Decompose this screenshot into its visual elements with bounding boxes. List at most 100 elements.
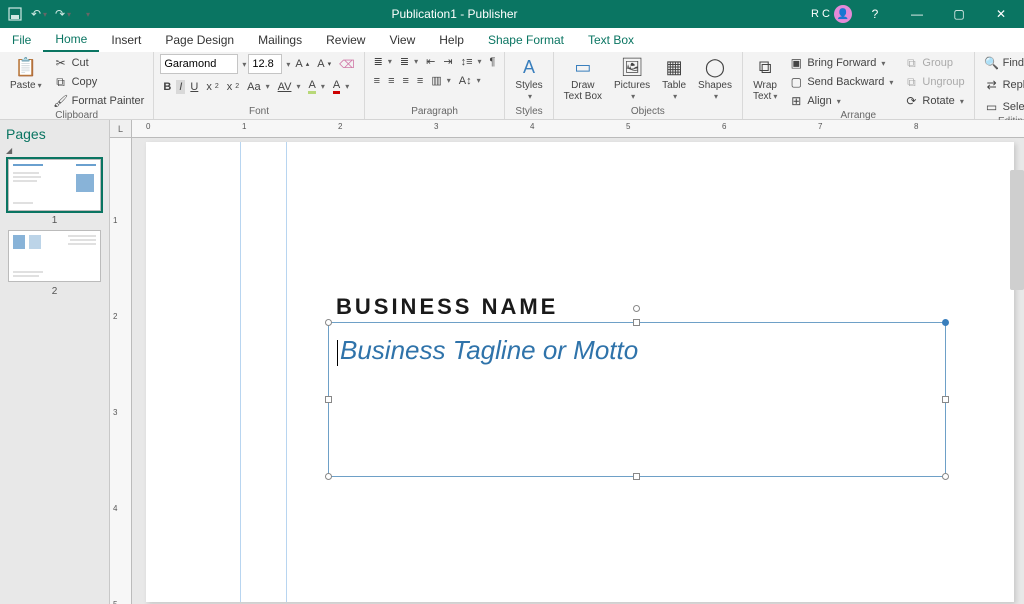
change-case-button[interactable]: Aa▾ xyxy=(244,80,272,94)
collapse-icon[interactable]: ◢ xyxy=(6,146,103,155)
pictures-button[interactable]: 🖼Pictures▾ xyxy=(610,54,654,104)
align-left-button[interactable]: ≡ xyxy=(371,74,383,88)
replace-button[interactable]: ⇄Replace xyxy=(981,76,1024,94)
tagline-text-box[interactable]: Business Tagline or Motto xyxy=(328,322,946,477)
resize-handle[interactable] xyxy=(325,473,332,480)
tab-page-design[interactable]: Page Design xyxy=(153,28,246,52)
clear-formatting-button[interactable]: ⌫ xyxy=(336,57,358,72)
shapes-button[interactable]: ◯Shapes▾ xyxy=(694,54,736,104)
tab-home[interactable]: Home xyxy=(43,28,99,52)
shrink-font-button[interactable]: A▾ xyxy=(314,57,334,71)
undo-icon[interactable]: ↶▾ xyxy=(28,3,50,25)
superscript-button[interactable]: x2 xyxy=(224,80,242,94)
tab-view[interactable]: View xyxy=(377,28,427,52)
brush-icon: 🖌 xyxy=(53,93,69,109)
tab-help[interactable]: Help xyxy=(427,28,476,52)
find-button[interactable]: 🔍Find▾ xyxy=(981,54,1024,72)
resize-handle[interactable] xyxy=(633,319,640,326)
font-name-combo[interactable] xyxy=(160,54,238,74)
bold-button[interactable]: B xyxy=(160,80,174,94)
text-box-icon: ▭ xyxy=(572,56,594,78)
account-button[interactable]: R C👤 xyxy=(811,5,852,23)
canvas[interactable]: L 0 1 2 3 4 5 6 7 8 1 2 3 4 5 BUSINESS N… xyxy=(110,120,1024,604)
draw-text-box-button[interactable]: ▭Draw Text Box xyxy=(560,54,606,104)
underline-button[interactable]: U xyxy=(187,80,201,94)
font-color-button[interactable]: A▾ xyxy=(330,78,352,95)
justify-button[interactable]: ≡ xyxy=(414,74,426,88)
send-backward-button[interactable]: ▢Send Backward▾ xyxy=(785,73,896,91)
wrap-text-button[interactable]: ⧉Wrap Text▾ xyxy=(749,54,781,104)
columns-button[interactable]: ▥▾ xyxy=(428,73,453,88)
select-button[interactable]: ▭Select▾ xyxy=(981,98,1024,116)
tab-file[interactable]: File xyxy=(0,28,43,52)
find-icon: 🔍 xyxy=(984,55,1000,71)
italic-button[interactable]: I xyxy=(176,80,185,94)
page[interactable]: BUSINESS NAME Business Tagline or Motto xyxy=(146,142,1014,602)
tagline-placeholder[interactable]: Business Tagline or Motto xyxy=(329,323,945,378)
resize-handle[interactable] xyxy=(633,473,640,480)
chevron-down-icon[interactable]: ▾ xyxy=(286,60,290,69)
char-spacing-button[interactable]: AV▾ xyxy=(275,80,304,94)
resize-handle[interactable] xyxy=(325,319,332,326)
align-button[interactable]: ⊞Align▾ xyxy=(785,92,896,110)
cut-button[interactable]: ✂Cut xyxy=(50,54,148,72)
tab-insert[interactable]: Insert xyxy=(99,28,153,52)
styles-button[interactable]: AStyles▾ xyxy=(511,54,546,104)
bring-forward-icon: ▣ xyxy=(788,55,804,71)
work-area: Pages ◢ 1 2 L 0 1 2 3 4 xyxy=(0,120,1024,604)
qat-customize-icon[interactable]: ▾ xyxy=(76,3,98,25)
page-thumbnail-2[interactable] xyxy=(8,230,101,282)
resize-handle[interactable] xyxy=(942,396,949,403)
resize-handle[interactable] xyxy=(325,396,332,403)
tab-text-box[interactable]: Text Box xyxy=(576,28,646,52)
font-size-combo[interactable] xyxy=(248,54,282,74)
bullets-button[interactable]: ≣▾ xyxy=(371,54,395,69)
tab-review[interactable]: Review xyxy=(314,28,377,52)
rotate-button[interactable]: ⟳Rotate▾ xyxy=(900,92,967,110)
align-right-button[interactable]: ≡ xyxy=(400,74,412,88)
highlight-button[interactable]: A▾ xyxy=(305,78,327,95)
numbering-button[interactable]: ≣▾ xyxy=(397,54,421,69)
subscript-button[interactable]: x2 xyxy=(203,80,221,94)
align-center-button[interactable]: ≡ xyxy=(385,74,397,88)
save-icon[interactable] xyxy=(4,3,26,25)
tab-shape-format[interactable]: Shape Format xyxy=(476,28,576,52)
group-font: ▾ ▾ A▴ A▾ ⌫ B I U x2 x2 Aa▾ AV▾ A▾ A▾ Fo… xyxy=(154,52,364,119)
ribbon: 📋Paste▾ ✂Cut ⧉Copy 🖌Format Painter Clipb… xyxy=(0,52,1024,120)
line-spacing-button[interactable]: ↕≡▾ xyxy=(458,55,485,69)
format-painter-button[interactable]: 🖌Format Painter xyxy=(50,92,148,110)
minimize-button[interactable]: — xyxy=(898,0,936,28)
vertical-ruler: 1 2 3 4 5 xyxy=(110,138,132,604)
group-styles: AStyles▾ Styles xyxy=(505,52,553,119)
group-arrange: ⧉Wrap Text▾ ▣Bring Forward▾ ▢Send Backwa… xyxy=(743,52,975,119)
help-icon[interactable]: ? xyxy=(856,0,894,28)
select-icon: ▭ xyxy=(984,99,1000,115)
ribbon-tabs: File Home Insert Page Design Mailings Re… xyxy=(0,28,1024,52)
resize-handle[interactable] xyxy=(942,473,949,480)
paste-button[interactable]: 📋Paste▾ xyxy=(6,54,46,93)
business-name-heading[interactable]: BUSINESS NAME xyxy=(336,294,558,320)
page-thumbnail-1[interactable] xyxy=(8,159,101,211)
page-number-label: 2 xyxy=(6,286,103,297)
show-marks-button[interactable]: ¶ xyxy=(487,55,499,69)
group-icon: ⧉ xyxy=(903,55,919,71)
decrease-indent-button[interactable]: ⇤ xyxy=(423,54,438,69)
grow-font-button[interactable]: A▴ xyxy=(292,57,312,71)
chevron-down-icon[interactable]: ▾ xyxy=(242,60,246,69)
text-direction-button[interactable]: A↕▾ xyxy=(456,74,484,88)
vertical-scrollbar[interactable] xyxy=(1010,170,1024,290)
close-button[interactable]: ✕ xyxy=(982,0,1020,28)
avatar-icon: 👤 xyxy=(834,5,852,23)
overflow-handle[interactable] xyxy=(942,319,949,326)
increase-indent-button[interactable]: ⇥ xyxy=(440,54,455,69)
table-icon: ▦ xyxy=(663,56,685,78)
cut-icon: ✂ xyxy=(53,55,69,71)
rotate-handle[interactable] xyxy=(633,305,640,312)
tab-mailings[interactable]: Mailings xyxy=(246,28,314,52)
maximize-button[interactable]: ▢ xyxy=(940,0,978,28)
redo-icon[interactable]: ↷▾ xyxy=(52,3,74,25)
table-button[interactable]: ▦Table▾ xyxy=(658,54,690,104)
bring-forward-button[interactable]: ▣Bring Forward▾ xyxy=(785,54,896,72)
copy-button[interactable]: ⧉Copy xyxy=(50,73,148,91)
group-clipboard: 📋Paste▾ ✂Cut ⧉Copy 🖌Format Painter Clipb… xyxy=(0,52,154,119)
